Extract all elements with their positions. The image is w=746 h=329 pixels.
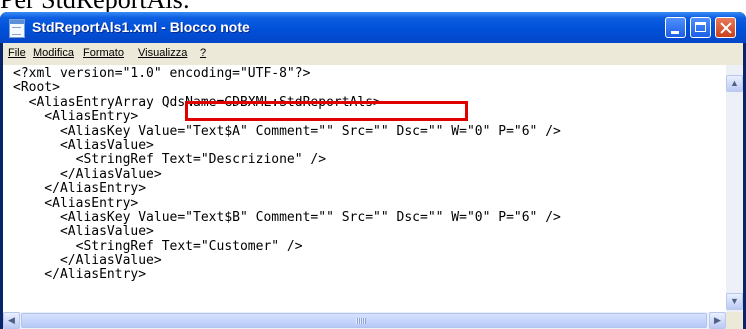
- code-line: <StringRef Text="Descrizione" />: [13, 152, 327, 168]
- xml-content[interactable]: <?xml version="1.0" encoding="UTF-8"?> <R…: [13, 66, 561, 283]
- code-line: <StringRef Text="Customer" />: [13, 238, 303, 254]
- text-editor[interactable]: <?xml version="1.0" encoding="UTF-8"?> <R…: [3, 65, 743, 329]
- maximize-button[interactable]: [690, 17, 711, 38]
- scroll-right-icon[interactable]: ▶: [709, 312, 726, 329]
- code-line: </AliasValue>: [13, 253, 162, 269]
- code-line: <Root>: [13, 80, 60, 96]
- grip-icon: [356, 318, 366, 324]
- scroll-left-icon[interactable]: ◀: [3, 312, 20, 329]
- notepad-icon[interactable]: [9, 19, 25, 38]
- code-line: <AliasKey Value="Text$A" Comment="" Src=…: [13, 123, 561, 139]
- code-line: <?xml version="1.0" encoding="UTF-8"?>: [13, 66, 311, 81]
- menu-file[interactable]: File: [8, 47, 26, 59]
- highlight-annotation-box: [185, 101, 468, 121]
- code-line: </AliasValue>: [13, 166, 162, 182]
- code-line: </AliasEntry>: [13, 181, 147, 197]
- menu-visualizza[interactable]: Visualizza: [138, 47, 187, 59]
- scroll-up-icon[interactable]: ▲: [726, 75, 743, 92]
- menu-help[interactable]: ?: [200, 47, 206, 59]
- menu-bar: File Modifica Formato Visualizza ?: [3, 43, 743, 65]
- code-line: <AliasValue>: [13, 224, 154, 240]
- minimize-button[interactable]: [665, 17, 686, 38]
- code-line: <AliasEntry>: [13, 195, 139, 211]
- scrollbar-corner: [726, 312, 743, 329]
- horizontal-scroll-thumb[interactable]: [21, 313, 707, 328]
- menu-formato[interactable]: Formato: [83, 47, 124, 59]
- scroll-down-icon[interactable]: ▼: [726, 293, 743, 310]
- window-title: StdReportAls1.xml - Blocco note: [32, 19, 250, 35]
- notepad-window: StdReportAls1.xml - Blocco note File Mod…: [0, 12, 746, 329]
- code-line: <AliasValue>: [13, 137, 154, 153]
- title-bar[interactable]: StdReportAls1.xml - Blocco note: [0, 12, 746, 43]
- document-caption: Per StdReportAls:: [0, 0, 190, 13]
- horizontal-scrollbar[interactable]: ◀ ▶: [3, 312, 726, 329]
- code-line: <AliasKey Value="Text$B" Comment="" Src=…: [13, 209, 561, 225]
- code-line: </AliasEntry>: [13, 267, 147, 283]
- vertical-scrollbar[interactable]: ▲ ▼: [726, 65, 743, 312]
- close-button[interactable]: [715, 17, 736, 38]
- menu-modifica[interactable]: Modifica: [33, 47, 74, 59]
